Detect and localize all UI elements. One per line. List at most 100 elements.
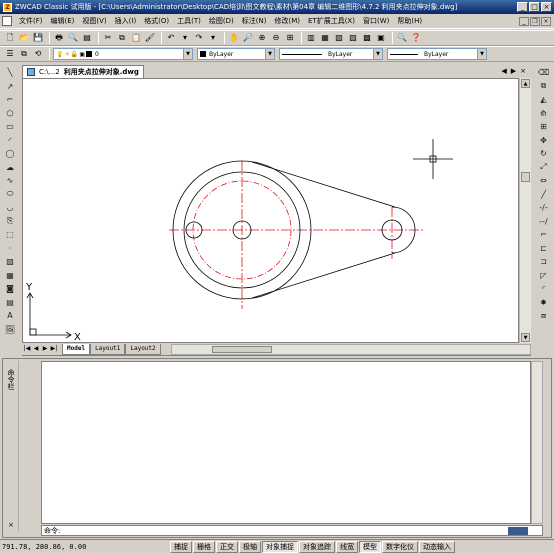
lineweight-toggle[interactable]: 线宽 <box>336 540 358 553</box>
scroll-thumb[interactable] <box>521 172 530 182</box>
layer-state-icon[interactable]: ⧉ <box>18 48 30 60</box>
menu-et-tools[interactable]: ET扩展工具(X) <box>304 16 359 26</box>
hatch-icon[interactable]: ▨ <box>3 255 17 269</box>
arc-icon[interactable]: ◜ <box>3 134 17 148</box>
array-icon[interactable]: ⊞ <box>537 120 551 134</box>
tab-next-icon[interactable]: ▶ <box>511 67 516 75</box>
markup-icon[interactable]: ▩ <box>361 32 373 44</box>
ortho-toggle[interactable]: 正交 <box>216 540 238 553</box>
open-file-icon[interactable]: 📂 <box>18 32 30 44</box>
tool-palette-icon[interactable]: ▧ <box>333 32 345 44</box>
gradient-icon[interactable]: ▦ <box>3 269 17 283</box>
menu-view[interactable]: 视图(V) <box>78 16 110 26</box>
break-icon[interactable]: ⊏ <box>537 242 551 256</box>
doc-minimize-button[interactable]: _ <box>519 16 529 26</box>
document-icon[interactable] <box>2 16 12 26</box>
match-properties-icon[interactable]: 🖌 <box>144 32 156 44</box>
scale-icon[interactable]: ⤢ <box>537 161 551 175</box>
sheet-set-icon[interactable]: ▨ <box>347 32 359 44</box>
doc-close-button[interactable]: × <box>541 16 551 26</box>
polygon-icon[interactable]: ⬠ <box>3 107 17 121</box>
tab-prev-icon[interactable]: ◀ <box>501 67 506 75</box>
osnap-toggle[interactable]: 对象捕捉 <box>262 540 298 553</box>
menu-insert[interactable]: 插入(I) <box>111 16 141 26</box>
find-icon[interactable]: 🔍 <box>396 32 408 44</box>
layer-combo[interactable]: 💡 ☀ 🔓 ▣ 0 ▼ <box>53 48 193 60</box>
hscroll-thumb[interactable] <box>211 345 272 353</box>
construction-line-icon[interactable]: ↗ <box>3 80 17 94</box>
next-layout-icon[interactable]: ▶ <box>41 344 49 354</box>
break-at-point-icon[interactable]: ⌐ <box>537 228 551 242</box>
menu-dimension[interactable]: 标注(N) <box>238 16 271 26</box>
line-icon[interactable]: ╲ <box>3 66 17 80</box>
make-block-icon[interactable]: ⬚ <box>3 228 17 242</box>
join-icon[interactable]: ⊐ <box>537 255 551 269</box>
circle-icon[interactable]: ◯ <box>3 147 17 161</box>
ellipse-icon[interactable]: ⬭ <box>3 188 17 202</box>
rotate-icon[interactable]: ↻ <box>537 147 551 161</box>
explode-icon[interactable]: ✸ <box>537 296 551 310</box>
point-icon[interactable]: · <box>3 242 17 256</box>
ellipse-arc-icon[interactable]: ◡ <box>3 201 17 215</box>
image-icon[interactable]: 🖼 <box>3 323 17 337</box>
polyline-icon[interactable]: ⌐ <box>3 93 17 107</box>
canvas-vertical-scrollbar[interactable]: ▲ ▼ <box>519 78 531 343</box>
canvas-horizontal-scrollbar[interactable] <box>170 343 531 355</box>
region-icon[interactable]: ◙ <box>3 282 17 296</box>
menu-window[interactable]: 窗口(W) <box>359 16 393 26</box>
model-toggle[interactable]: 模型 <box>359 540 381 553</box>
menu-format[interactable]: 格式(O) <box>140 16 173 26</box>
extend-icon[interactable]: --/ <box>537 215 551 229</box>
color-combo[interactable]: ByLayer ▼ <box>197 48 275 60</box>
menu-edit[interactable]: 编辑(E) <box>47 16 79 26</box>
fillet-icon[interactable]: ◜ <box>537 282 551 296</box>
new-file-icon[interactable]: 🗋 <box>4 32 16 44</box>
stretch-icon[interactable]: ⇔ <box>537 174 551 188</box>
print-preview-icon[interactable]: 🔍 <box>67 32 79 44</box>
minimize-button[interactable]: _ <box>517 2 528 12</box>
move-icon[interactable]: ✥ <box>537 134 551 148</box>
polar-toggle[interactable]: 极轴 <box>239 540 261 553</box>
coordinate-readout[interactable]: 791.78, 280.86, 0.00 <box>0 543 170 551</box>
menu-draw[interactable]: 绘图(D) <box>205 16 238 26</box>
lengthen-icon[interactable]: ╱ <box>537 188 551 202</box>
copy-icon[interactable]: ⧉ <box>116 32 128 44</box>
command-input[interactable]: 命令: <box>41 525 543 536</box>
tab-model[interactable]: Model <box>62 343 91 355</box>
redo-dropdown-icon[interactable]: ▾ <box>207 32 219 44</box>
chamfer-icon[interactable]: ◸ <box>537 269 551 283</box>
snap-toggle[interactable]: 捕捉 <box>170 540 192 553</box>
design-center-icon[interactable]: ▦ <box>319 32 331 44</box>
menu-tools[interactable]: 工具(T) <box>173 16 205 26</box>
command-window-close-icon[interactable]: × <box>8 521 14 529</box>
erase-icon[interactable]: ⌫ <box>537 66 551 80</box>
zoom-window-icon[interactable]: ⊕ <box>256 32 268 44</box>
tab-layout1[interactable]: Layout1 <box>90 343 126 355</box>
mirror-icon[interactable]: ◭ <box>537 93 551 107</box>
zoom-previous-icon[interactable]: ⊖ <box>270 32 282 44</box>
undo-icon[interactable]: ↶ <box>165 32 177 44</box>
last-layout-icon[interactable]: ▶| <box>50 344 58 354</box>
drawing-canvas[interactable]: Y X <box>22 78 519 343</box>
save-icon[interactable]: 💾 <box>32 32 44 44</box>
multiline-text-icon[interactable]: A <box>3 309 17 323</box>
command-history-scrollbar[interactable] <box>531 361 543 524</box>
spline-icon[interactable]: ∿ <box>3 174 17 188</box>
document-tab[interactable]: C:\...2 利用夹点拉伸对象.dwg <box>22 64 144 78</box>
dynamic-input-toggle[interactable]: 动态输入 <box>419 540 455 553</box>
tablet-toggle[interactable]: 数字化仪 <box>382 540 418 553</box>
prev-layout-icon[interactable]: ◀ <box>32 344 40 354</box>
doc-restore-button[interactable]: ❐ <box>530 16 540 26</box>
cloud-icon[interactable]: ☁ <box>3 161 17 175</box>
scroll-down-icon[interactable]: ▼ <box>521 333 530 342</box>
help-icon[interactable]: ❓ <box>410 32 422 44</box>
undo-dropdown-icon[interactable]: ▾ <box>179 32 191 44</box>
cut-icon[interactable]: ✂ <box>102 32 114 44</box>
layer-previous-icon[interactable]: ⟲ <box>32 48 44 60</box>
command-window-handle[interactable]: 命令栏 × <box>5 361 19 531</box>
zoom-extents-icon[interactable]: ⊞ <box>284 32 296 44</box>
tab-layout2[interactable]: Layout2 <box>125 343 161 355</box>
redo-icon[interactable]: ↷ <box>193 32 205 44</box>
table-icon[interactable]: ▤ <box>3 296 17 310</box>
print-icon[interactable]: 🖶 <box>53 32 65 44</box>
